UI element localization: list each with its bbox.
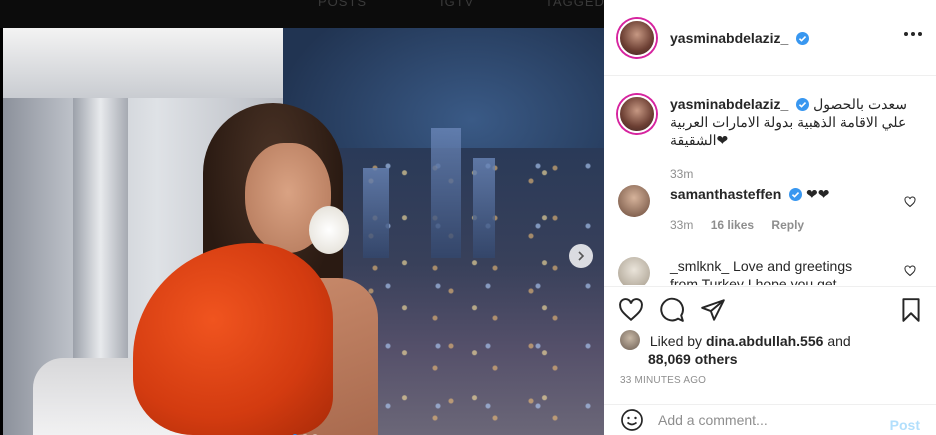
caption-time[interactable]: 33m [670, 167, 693, 181]
liked-by-and: and [827, 333, 851, 349]
avatar[interactable] [618, 95, 656, 133]
post-comment-button[interactable]: Post [890, 417, 920, 433]
post-photo[interactable] [3, 28, 604, 435]
list-item: _smlknk_ Love and greetings from Turkey … [618, 257, 870, 285]
comment-time[interactable]: 33m [670, 218, 693, 232]
balcony-ceiling [3, 28, 283, 98]
chevron-right-icon [578, 251, 585, 261]
post-timestamp[interactable]: 33 MINUTES AGO [620, 375, 706, 386]
verified-badge-icon [796, 31, 810, 45]
bookmark-icon[interactable] [898, 297, 924, 323]
verified-badge-icon [796, 98, 810, 111]
skyscraper [363, 168, 389, 258]
heart-icon[interactable] [618, 297, 644, 323]
avatar[interactable] [618, 18, 656, 57]
share-icon[interactable] [700, 297, 726, 323]
likes-count[interactable]: 88,069 others [620, 350, 920, 368]
reply-button[interactable]: Reply [771, 218, 804, 232]
list-item: samanthasteffen ❤❤ 33m 16 likes Reply [618, 185, 830, 234]
avatar[interactable] [620, 330, 640, 350]
heart-icon[interactable] [904, 196, 916, 208]
avatar[interactable] [618, 257, 650, 285]
post-side-panel: yasminabdelaziz_ yasminabdelaziz_ سعدت ب… [604, 0, 936, 435]
likes-summary: Liked by dina.abdullah.556 and 88,069 ot… [620, 330, 920, 368]
comment-input[interactable] [658, 412, 878, 428]
tab-posts: POSTS [318, 0, 368, 9]
comment-likes[interactable]: 16 likes [711, 218, 754, 232]
emoji-icon[interactable] [620, 408, 644, 432]
tab-igtv: IGTV [440, 0, 475, 9]
skyscraper [473, 158, 495, 258]
heart-icon[interactable] [904, 265, 916, 277]
verified-badge-icon [789, 188, 803, 201]
post-actions [604, 286, 936, 334]
caption-username[interactable]: yasminabdelaziz_ [670, 96, 788, 112]
carousel-next-button[interactable] [569, 244, 593, 268]
author-username[interactable]: yasminabdelaziz_ [670, 30, 810, 46]
more-icon[interactable] [904, 32, 922, 36]
skyscraper [431, 128, 461, 258]
white-rose [309, 206, 349, 254]
comment-username[interactable]: _smlknk_ [670, 258, 729, 274]
comments-list[interactable]: yasminabdelaziz_ سعدت بالحصول علي الاقام… [604, 77, 936, 285]
background-profile-tabs: POSTS IGTV TAGGED [0, 0, 604, 28]
comment-username[interactable]: samanthasteffen [670, 186, 781, 202]
avatar[interactable] [618, 185, 650, 217]
add-comment-bar: Post [604, 404, 936, 435]
tab-tagged: TAGGED [545, 0, 605, 9]
caption-comment: yasminabdelaziz_ سعدت بالحصول علي الاقام… [618, 95, 910, 183]
comment-text: ❤❤ [806, 186, 830, 202]
post-header: yasminabdelaziz_ [604, 0, 936, 76]
liked-by-label: Liked by [649, 333, 703, 349]
liked-by-user[interactable]: dina.abdullah.556 [706, 333, 823, 349]
comment-icon[interactable] [659, 297, 685, 323]
author-name-text[interactable]: yasminabdelaziz_ [670, 30, 788, 46]
